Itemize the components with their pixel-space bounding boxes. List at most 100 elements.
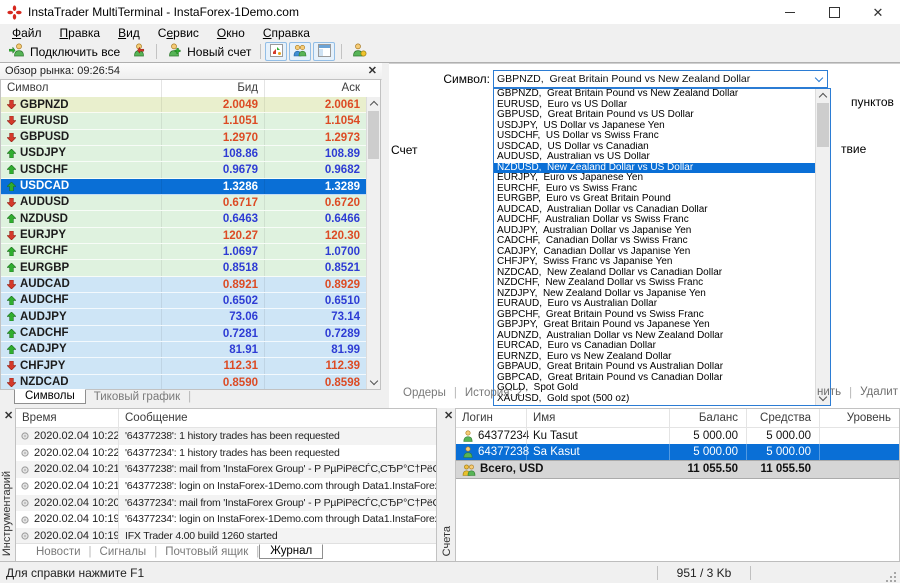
market-watch-row[interactable]: NZDUSD0.64630.6466 xyxy=(1,211,367,227)
market-watch-scrollbar[interactable] xyxy=(366,97,380,389)
market-watch-row[interactable]: EURJPY120.27120.30 xyxy=(1,228,367,244)
market-watch-row[interactable]: CHFJPY112.31112.39 xyxy=(1,358,367,374)
scroll-up-icon[interactable] xyxy=(367,97,380,110)
dropdown-item[interactable]: NZDCAD, New Zealand Dollar vs Canadian D… xyxy=(494,268,816,279)
dropdown-item[interactable]: GOLD, Spot Gold xyxy=(494,383,816,394)
dropdown-item[interactable]: CADCHF, Canadian Dollar vs Swiss Franc xyxy=(494,236,816,247)
market-watch-row[interactable]: NZDCAD0.85900.8598 xyxy=(1,375,367,389)
dropdown-item[interactable]: GBPJPY, Great Britain Pound vs Japanese … xyxy=(494,320,816,331)
accounts-side-label[interactable]: Счета xyxy=(441,526,453,556)
dropdown-item[interactable]: XAUUSD, Gold spot (500 oz) xyxy=(494,394,816,405)
market-watch-row[interactable]: AUDCAD0.89210.8929 xyxy=(1,277,367,293)
menu-item-сервис[interactable]: Сервис xyxy=(149,26,208,40)
dropdown-item[interactable]: EURAUD, Euro vs Australian Dollar xyxy=(494,299,816,310)
account-settings-button[interactable] xyxy=(346,41,372,62)
dropdown-scrollbar[interactable] xyxy=(815,89,830,405)
tab-сигналы[interactable]: Сигналы xyxy=(92,545,155,558)
column-header-equity[interactable]: Средства xyxy=(746,409,819,427)
dropdown-item[interactable]: AUDUSD, Australian vs US Dollar xyxy=(494,152,816,163)
market-watch-row[interactable]: EURCHF1.06971.0700 xyxy=(1,244,367,260)
dropdown-item[interactable]: GBPAUD, Great Britain Pound vs Australia… xyxy=(494,362,816,373)
dropdown-item[interactable]: NZDJPY, New Zealand Dollar vs Japanise Y… xyxy=(494,289,816,300)
chevron-down-icon[interactable] xyxy=(811,75,827,84)
menu-item-правка[interactable]: Правка xyxy=(51,26,110,40)
dropdown-item[interactable]: CADJPY, Canadian Dollar vs Japanise Yen xyxy=(494,247,816,258)
dropdown-item[interactable]: EURJPY, Euro vs Japanese Yen xyxy=(494,173,816,184)
column-header-bid[interactable]: Бид xyxy=(161,80,264,97)
dropdown-item[interactable]: EURCAD, Euro vs Canadian Dollar xyxy=(494,341,816,352)
toggle-terminal-button[interactable] xyxy=(313,42,335,61)
market-watch-row[interactable]: EURGBP0.85180.8521 xyxy=(1,260,367,276)
dropdown-item[interactable]: GBPNZD, Great Britain Pound vs New Zeala… xyxy=(494,89,816,100)
dropdown-item[interactable]: NZDCHF, New Zealand Dollar vs Swiss Fran… xyxy=(494,278,816,289)
scroll-thumb[interactable] xyxy=(368,111,379,159)
minimize-button[interactable] xyxy=(768,0,812,24)
market-watch-row[interactable]: AUDJPY73.0673.14 xyxy=(1,309,367,325)
tab-новости[interactable]: Новости xyxy=(28,545,89,558)
log-row[interactable]: 2020.02.04 10:22:2...'64377234': 1 histo… xyxy=(16,445,436,462)
market-watch-row[interactable]: AUDUSD0.67170.6720 xyxy=(1,195,367,211)
tab-символы[interactable]: Символы xyxy=(14,389,86,404)
column-header-ask[interactable]: Аск xyxy=(264,80,366,97)
maximize-button[interactable] xyxy=(812,0,856,24)
market-watch-row[interactable]: USDJPY108.86108.89 xyxy=(1,146,367,162)
dropdown-item[interactable]: AUDCAD, Australian Dollar vs Canadian Do… xyxy=(494,205,816,216)
dropdown-item[interactable]: AUDCHF, Australian Dollar vs Swiss Franc xyxy=(494,215,816,226)
log-row[interactable]: 2020.02.04 10:20:0...'64377234': mail fr… xyxy=(16,495,436,512)
column-header-login[interactable]: Логин xyxy=(456,409,526,427)
scroll-up-icon[interactable] xyxy=(816,89,830,102)
column-header-name[interactable]: Имя xyxy=(526,409,669,427)
new-account-button[interactable]: Новый счет xyxy=(161,41,256,62)
symbol-combobox[interactable]: GBPNZD, Great Britain Pound vs New Zeala… xyxy=(493,70,828,88)
dropdown-item[interactable]: NZDUSD, New Zealand Dollar vs US Dollar xyxy=(494,163,816,174)
log-row[interactable]: 2020.02.04 10:21:0...'64377238': login o… xyxy=(16,478,436,495)
log-row[interactable]: 2020.02.04 10:19:5...'64377234': login o… xyxy=(16,511,436,528)
dropdown-item[interactable]: AUDNZD, Australian Dollar vs New Zealand… xyxy=(494,331,816,342)
dropdown-item[interactable]: CHFJPY, Swiss Franc vs Japanise Yen xyxy=(494,257,816,268)
market-watch-row[interactable]: CADCHF0.72810.7289 xyxy=(1,326,367,342)
tab-ордеры[interactable]: Ордеры xyxy=(395,386,454,399)
market-watch-row[interactable]: GBPUSD1.29701.2973 xyxy=(1,130,367,146)
dropdown-item[interactable]: EURCHF, Euro vs Swiss Franc xyxy=(494,184,816,195)
tab-история-2[interactable]: История: 2 xyxy=(457,386,530,399)
menu-item-вид[interactable]: Вид xyxy=(109,26,149,40)
log-row[interactable]: 2020.02.04 10:22:2...'64377238': 1 histo… xyxy=(16,428,436,445)
market-watch-row[interactable]: CADJPY81.9181.99 xyxy=(1,342,367,358)
tab-журнал[interactable]: Журнал xyxy=(259,544,323,559)
account-row[interactable]: 64377238Sa Kasut5 000.005 000.00 xyxy=(456,444,899,460)
menu-item-файл[interactable]: Файл xyxy=(3,26,51,40)
market-watch-row[interactable]: USDCAD1.32861.3289 xyxy=(1,179,367,195)
market-watch-row[interactable]: USDCHF0.96790.9682 xyxy=(1,162,367,178)
column-header-message[interactable]: Сообщение xyxy=(118,409,436,427)
account-row[interactable]: 64377234Ku Tasut5 000.005 000.00 xyxy=(456,428,899,444)
dropdown-item[interactable]: AUDJPY, Australian Dollar vs Japanise Ye… xyxy=(494,226,816,237)
scroll-thumb[interactable] xyxy=(817,103,829,147)
toggle-market-watch-button[interactable] xyxy=(265,42,287,61)
market-watch-close-icon[interactable]: ✕ xyxy=(368,66,377,77)
dropdown-item[interactable]: GBPCHF, Great Britain Pound vs Swiss Fra… xyxy=(494,310,816,321)
delete-button-partial[interactable]: Удалит xyxy=(860,386,898,399)
modify-button-partial[interactable]: нить xyxy=(817,386,841,399)
close-button[interactable]: ✕ xyxy=(856,0,900,24)
resize-grip[interactable] xyxy=(885,571,897,583)
dropdown-item[interactable]: EURNZD, Euro vs New Zealand Dollar xyxy=(494,352,816,363)
menu-item-окно[interactable]: Окно xyxy=(208,26,254,40)
market-watch-row[interactable]: AUDCHF0.65020.6510 xyxy=(1,293,367,309)
dropdown-item[interactable]: USDCHF, US Dollar vs Swiss Franc xyxy=(494,131,816,142)
toggle-accounts-button[interactable] xyxy=(289,42,311,61)
toolbox-close-icon[interactable]: ✕ xyxy=(4,411,13,422)
dropdown-item[interactable]: USDJPY, US Dollar vs Japanese Yen xyxy=(494,121,816,132)
log-row[interactable]: 2020.02.04 10:21:1...'64377238': mail fr… xyxy=(16,461,436,478)
market-watch-row[interactable]: GBPNZD2.00492.0061 xyxy=(1,97,367,113)
menu-item-справка[interactable]: Справка xyxy=(254,26,319,40)
column-header-time[interactable]: Время xyxy=(16,409,118,427)
column-header-level[interactable]: Уровень xyxy=(819,409,899,427)
connect-all-button[interactable]: Подключить все xyxy=(4,41,125,62)
column-header-balance[interactable]: Баланс xyxy=(669,409,746,427)
dropdown-item[interactable]: USDCAD, US Dollar vs Canadian xyxy=(494,142,816,153)
scroll-down-icon[interactable] xyxy=(367,376,380,389)
accounts-close-icon[interactable]: ✕ xyxy=(444,411,453,422)
dropdown-item[interactable]: EURGBP, Euro vs Great Britain Pound xyxy=(494,194,816,205)
dropdown-item[interactable]: GBPUSD, Great Britain Pound vs US Dollar xyxy=(494,110,816,121)
disconnect-all-button[interactable] xyxy=(125,41,152,62)
